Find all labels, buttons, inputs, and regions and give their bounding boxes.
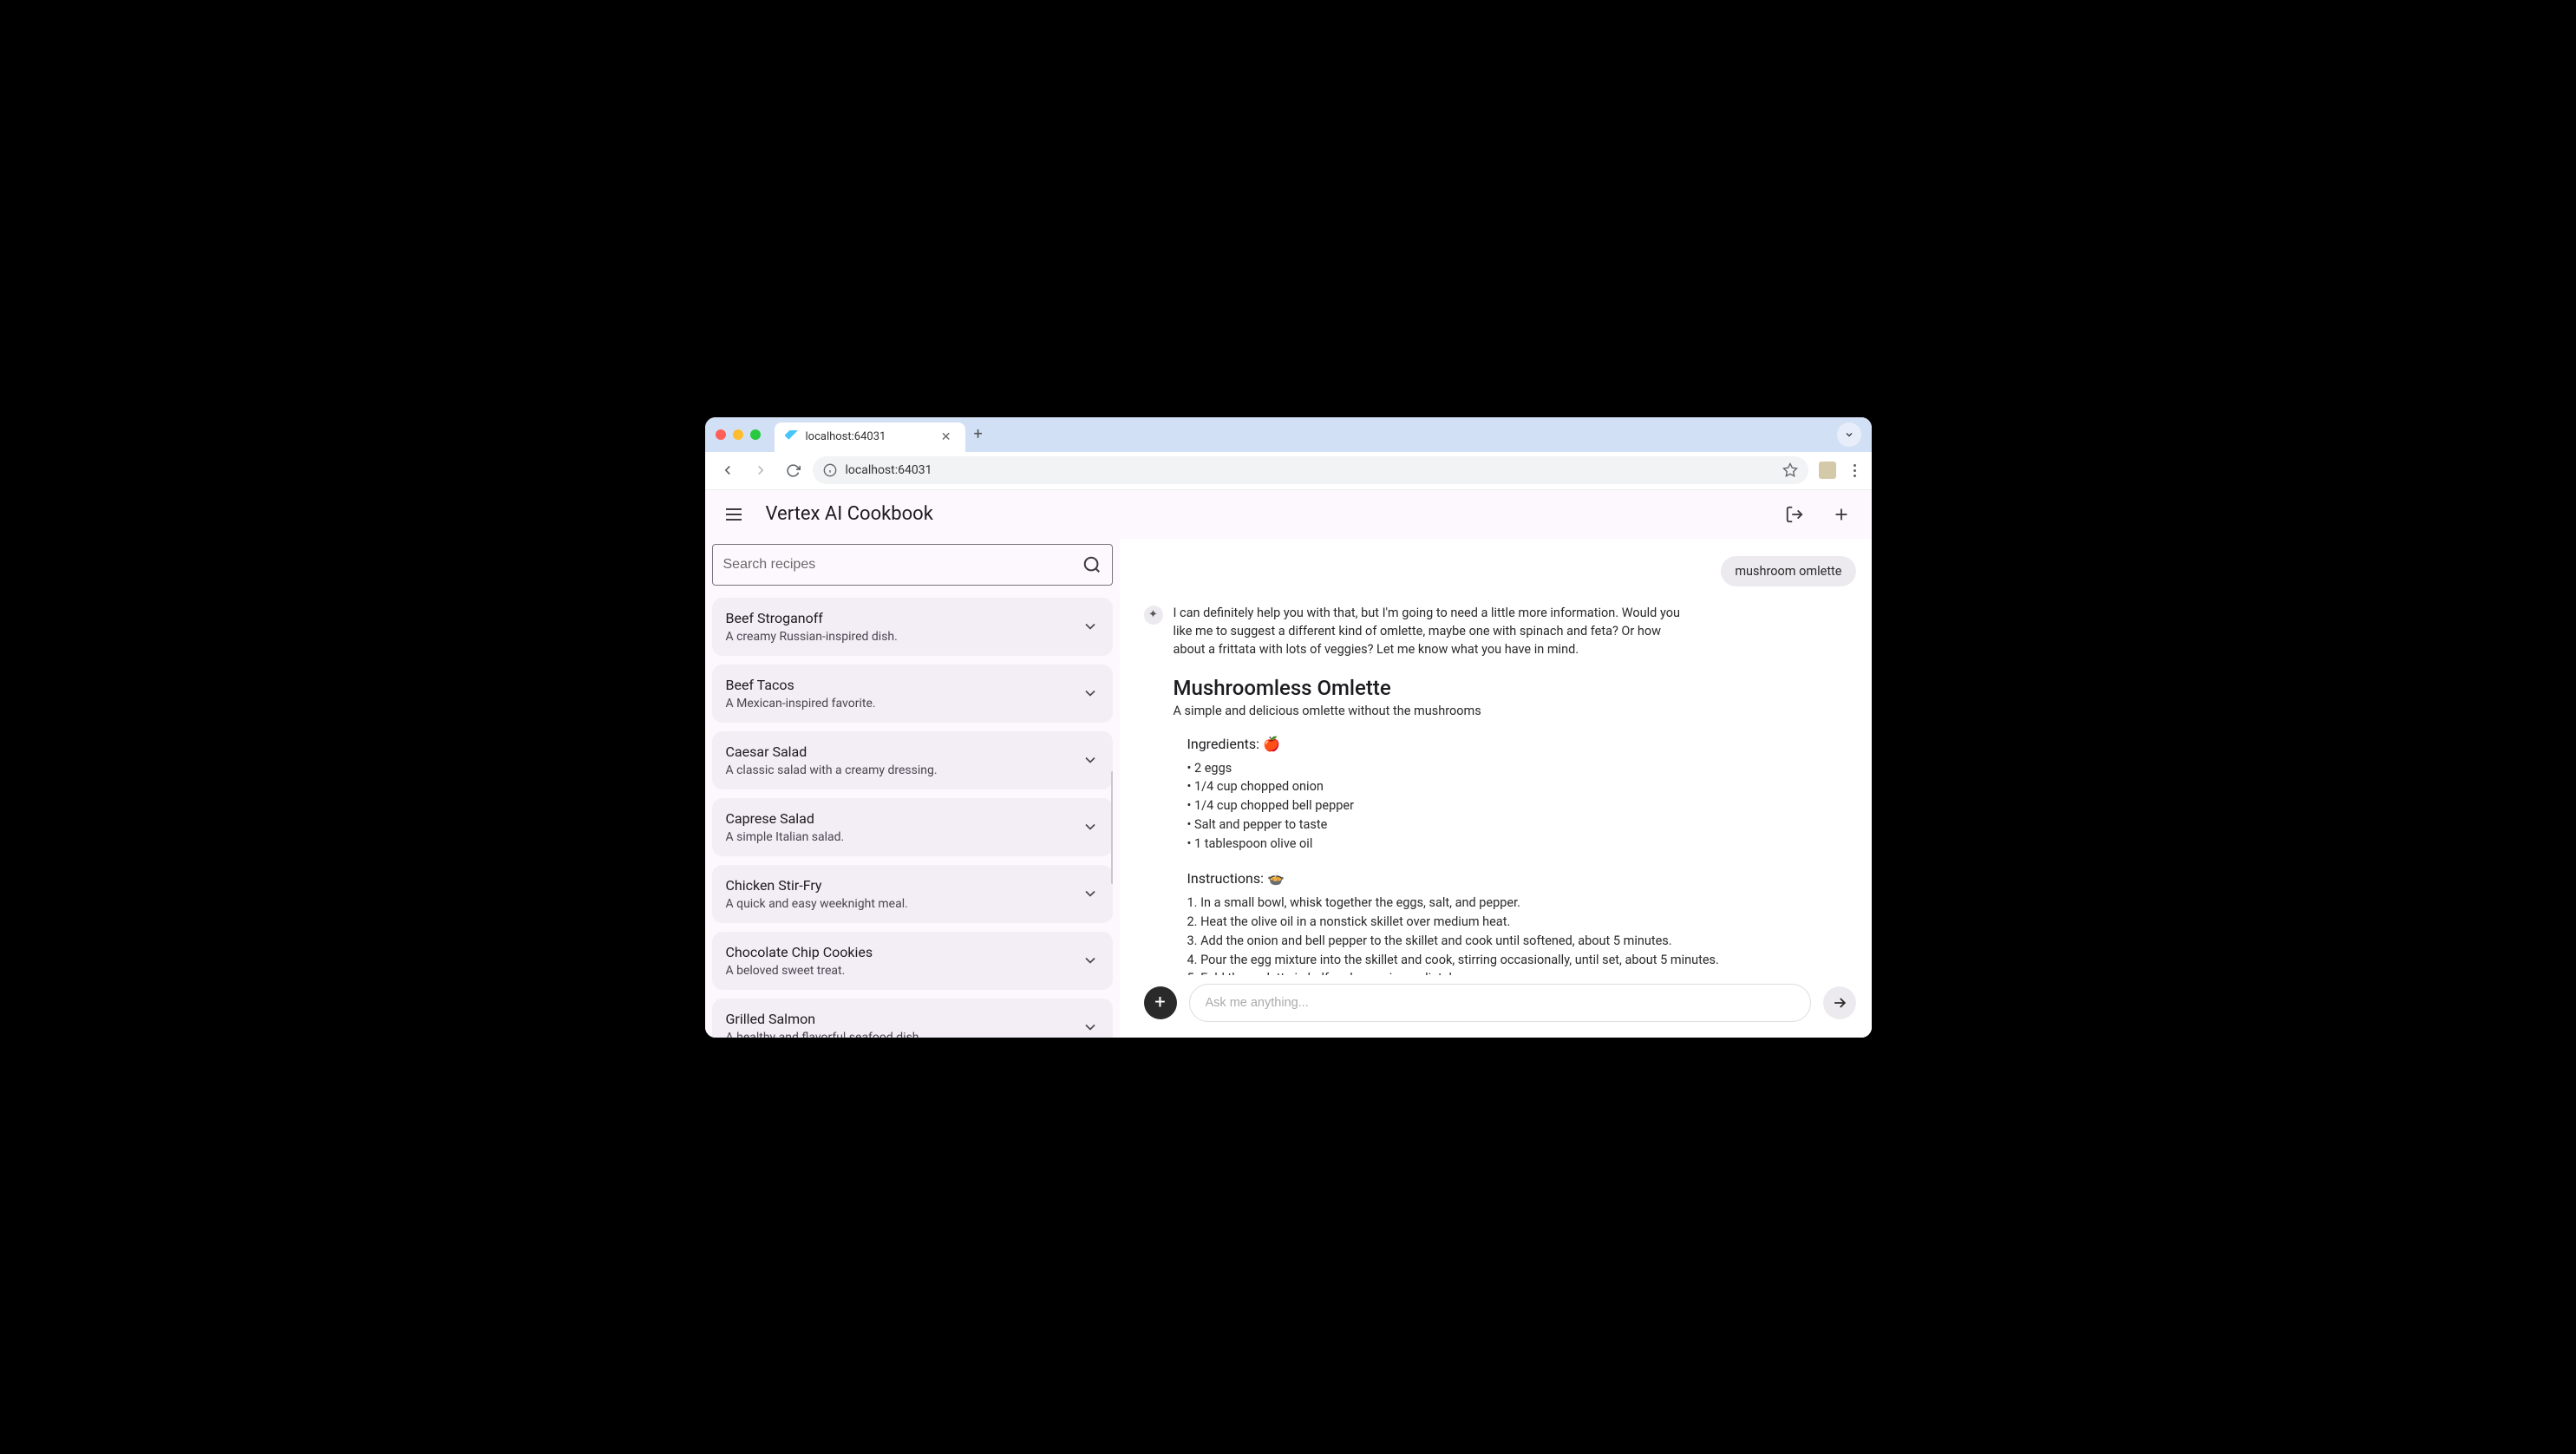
recipe-desc: A quick and easy weeknight meal. [726,897,1082,911]
back-button[interactable] [714,456,742,484]
search-input[interactable] [723,557,1082,573]
ingredient-line: • 1/4 cup chopped bell pepper [1187,796,1856,815]
recipe-name: Beef Stroganoff [726,610,1082,626]
forward-button[interactable] [747,456,775,484]
sidebar: Beef Stroganoff A creamy Russian-inspired… [705,539,1120,1038]
user-message-row: mushroom omlette [1144,556,1856,586]
tab-title: localhost:64031 [806,430,931,443]
chat-input[interactable] [1189,984,1811,1022]
recipe-desc: A beloved sweet treat. [726,964,1082,978]
recipe-detail: Mushroomless Omlette A simple and delici… [1144,676,1856,975]
search-icon [1082,555,1102,574]
chat-body[interactable]: mushroom omlette ✦ I can definitely help… [1128,539,1872,975]
pot-icon: 🍲 [1267,870,1285,887]
ingredient-line: • 2 eggs [1187,759,1856,778]
recipe-desc: A simple Italian salad. [726,830,1082,844]
chevron-down-icon [1082,885,1099,902]
chat-input-row: + [1128,975,1872,1038]
app-header: Vertex AI Cookbook [705,490,1872,539]
chevron-down-icon [1082,1018,1099,1036]
instruction-line: 4. Pour the egg mixture into the skillet… [1187,951,1856,970]
recipe-detail-title: Mushroomless Omlette [1174,676,1856,700]
ingredient-line: • 1/4 cup chopped onion [1187,777,1856,796]
scrollbar-thumb[interactable] [1111,771,1113,884]
chevron-down-icon [1082,818,1099,835]
address-bar: localhost:64031 [705,452,1872,490]
instructions-list: 1. In a small bowl, whisk together the e… [1174,894,1856,974]
instruction-line: 1. In a small bowl, whisk together the e… [1187,894,1856,913]
recipe-desc: A creamy Russian-inspired dish. [726,630,1082,644]
add-button[interactable] [1825,498,1858,531]
window-controls [716,429,761,440]
reload-button[interactable] [780,456,807,484]
recipe-detail-subtitle: A simple and delicious omlette without t… [1174,704,1856,718]
hamburger-menu-button[interactable] [719,501,749,527]
ingredient-line: • 1 tablespoon olive oil [1187,835,1856,854]
url-text: localhost:64031 [846,463,1774,477]
instruction-line: 2. Heat the olive oil in a nonstick skil… [1187,913,1856,932]
recipe-item[interactable]: Chocolate Chip Cookies A beloved sweet tr… [712,932,1113,990]
recipe-list[interactable]: Beef Stroganoff A creamy Russian-inspired… [712,598,1113,1038]
recipe-item[interactable]: Grilled Salmon A healthy and flavorful se… [712,999,1113,1038]
browser-tab-bar: localhost:64031 ✕ + [705,417,1872,452]
ai-message-text: I can definitely help you with that, but… [1174,604,1685,658]
export-button[interactable] [1778,498,1811,531]
chevron-down-icon [1082,751,1099,769]
recipe-name: Caesar Salad [726,743,1082,760]
window-minimize-button[interactable] [733,429,743,440]
recipe-name: Beef Tacos [726,677,1082,693]
new-tab-button[interactable]: + [974,425,983,443]
instruction-line: 3. Add the onion and bell pepper to the … [1187,932,1856,951]
recipe-item[interactable]: Beef Stroganoff A creamy Russian-inspired… [712,598,1113,656]
user-message-bubble: mushroom omlette [1721,556,1855,586]
browser-tab[interactable]: localhost:64031 ✕ [775,422,965,452]
ingredients-list: • 2 eggs• 1/4 cup chopped onion• 1/4 cup… [1174,759,1856,854]
recipe-item[interactable]: Chicken Stir-Fry A quick and easy weeknig… [712,865,1113,923]
apple-icon: 🍎 [1263,736,1280,752]
window-maximize-button[interactable] [750,429,761,440]
app-body: Beef Stroganoff A creamy Russian-inspired… [705,539,1872,1038]
url-field[interactable]: localhost:64031 [813,456,1808,484]
extension-icon[interactable] [1819,462,1836,479]
chevron-down-icon [1082,684,1099,702]
bookmark-star-icon[interactable] [1782,462,1798,478]
chevron-down-icon [1082,618,1099,635]
instructions-heading: Instructions: 🍲 [1174,870,1856,887]
app-content: Vertex AI Cookbook Beef Stroganoff A crea… [705,490,1872,1038]
tab-close-button[interactable]: ✕ [938,429,955,446]
browser-menu-button[interactable] [1847,457,1863,484]
browser-window: localhost:64031 ✕ + localhost:64031 [705,417,1872,1038]
recipe-item[interactable]: Caesar Salad A classic salad with a cream… [712,731,1113,789]
ingredient-line: • Salt and pepper to taste [1187,815,1856,835]
recipe-item[interactable]: Beef Tacos A Mexican-inspired favorite. [712,665,1113,723]
app-title: Vertex AI Cookbook [766,503,933,525]
recipe-name: Caprese Salad [726,810,1082,827]
recipe-desc: A Mexican-inspired favorite. [726,697,1082,711]
recipe-desc: A healthy and flavorful seafood dish. [726,1031,1082,1038]
recipe-desc: A classic salad with a creamy dressing. [726,763,1082,777]
info-icon [823,463,837,477]
tab-list-dropdown[interactable] [1837,422,1861,447]
recipe-item[interactable]: Caprese Salad A simple Italian salad. [712,798,1113,856]
recipe-name: Grilled Salmon [726,1011,1082,1027]
recipe-name: Chocolate Chip Cookies [726,944,1082,960]
ai-message-row: ✦ I can definitely help you with that, b… [1144,604,1856,658]
flutter-icon [785,430,799,444]
attach-button[interactable]: + [1144,986,1177,1019]
ai-avatar-icon: ✦ [1144,606,1163,625]
chevron-down-icon [1082,952,1099,969]
main-area: mushroom omlette ✦ I can definitely help… [1120,539,1872,1038]
ingredients-heading: Ingredients: 🍎 [1174,736,1856,752]
recipe-name: Chicken Stir-Fry [726,877,1082,894]
search-box[interactable] [712,544,1113,586]
window-close-button[interactable] [716,429,726,440]
send-button[interactable] [1823,986,1856,1019]
